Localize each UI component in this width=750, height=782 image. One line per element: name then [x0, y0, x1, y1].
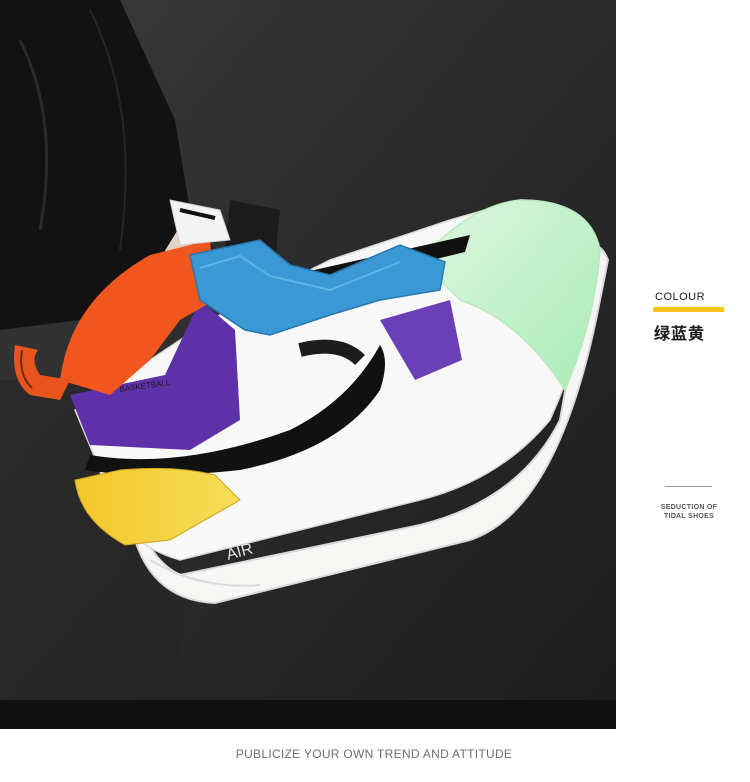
colour-accent-bar — [653, 307, 724, 312]
product-detail-page: AIR BASKETBALL COLOUR 绿蓝黄 SEDUCTION OF T… — [0, 0, 750, 782]
tagline: SEDUCTION OF TIDAL SHOES — [650, 503, 728, 521]
colour-name: 绿蓝黄 — [654, 324, 706, 343]
side-panel — [616, 0, 750, 729]
sneaker-photo: AIR BASKETBALL — [0, 0, 616, 729]
footer-caption: PUBLICIZE YOUR OWN TREND AND ATTITUDE — [0, 747, 750, 761]
footer-caption-text: PUBLICIZE YOUR OWN TREND AND ATTITUDE — [235, 747, 513, 761]
tagline-line1: SEDUCTION OF — [660, 504, 718, 511]
tagline-line2: TIDAL SHOES — [663, 513, 715, 520]
divider-line — [665, 486, 712, 487]
colour-label: COLOUR — [655, 291, 706, 303]
